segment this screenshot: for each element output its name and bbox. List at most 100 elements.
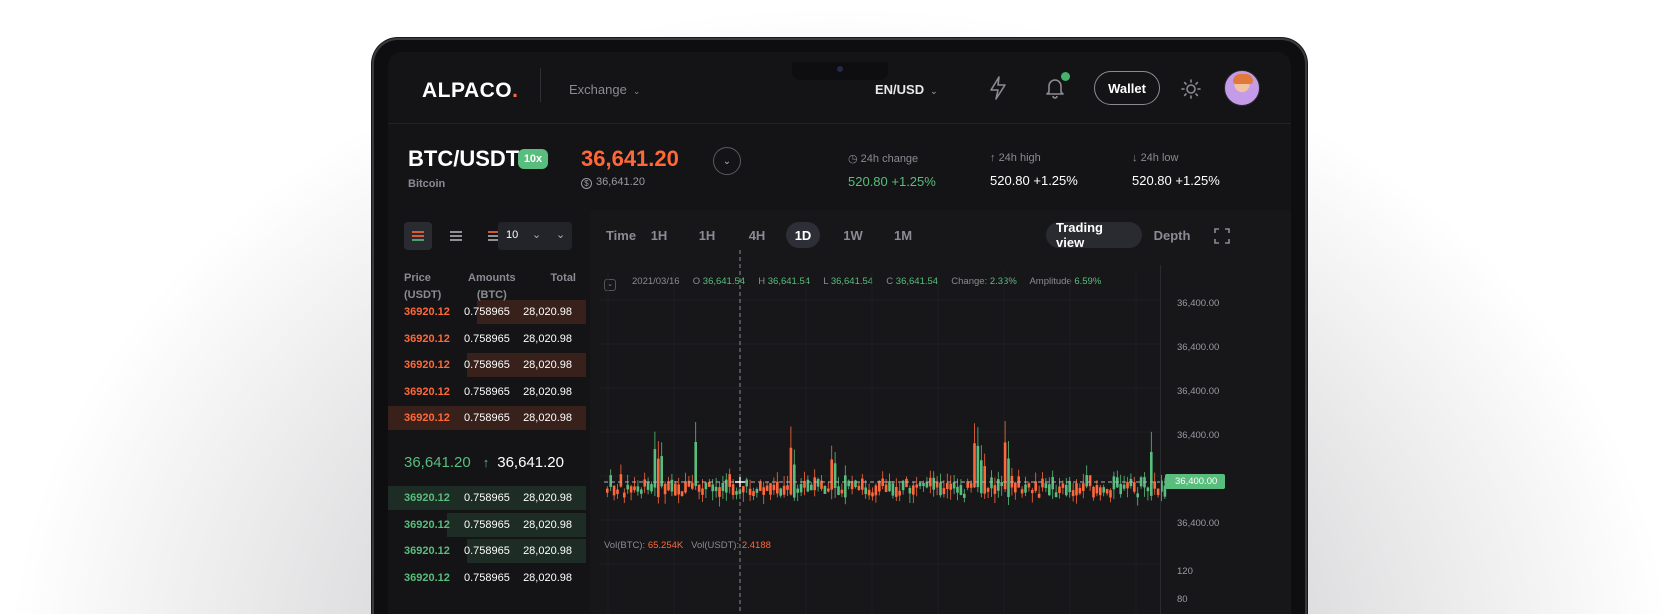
chart-panel: Time 1H 1H 4H 1D 1W 1M Trading view Depth ⌄ 20… xyxy=(590,210,1291,614)
candle xyxy=(949,475,952,500)
ask-total: 28,020.98 xyxy=(523,412,572,424)
candle xyxy=(1099,484,1102,501)
candle xyxy=(861,473,864,495)
logo[interactable]: ALPACO. xyxy=(422,79,518,103)
laptop-frame: ALPACO. Exchange ⌄ EN/USD ⌄ Wallet BTC/USD… xyxy=(372,38,1307,614)
chevron-down-icon: ⌄ xyxy=(532,229,542,241)
arrow-up-icon: ↑ xyxy=(482,455,490,470)
candle xyxy=(1031,487,1034,503)
candle xyxy=(796,484,799,502)
candle xyxy=(759,479,762,492)
candle xyxy=(786,476,789,497)
candle xyxy=(708,478,711,488)
ask-price: 36920.12 xyxy=(404,359,450,371)
list-icon xyxy=(412,231,424,241)
bid-amount: 0.758965 xyxy=(464,492,510,504)
candle xyxy=(1014,481,1017,500)
ask-row[interactable]: 36920.12 0.758965 28,020.98 xyxy=(388,380,588,404)
candle xyxy=(895,478,898,502)
leverage-badge: 10x xyxy=(518,149,548,169)
candle xyxy=(857,482,861,491)
candle xyxy=(619,464,623,488)
chevron-down-icon: ⌄ xyxy=(722,155,732,167)
candle xyxy=(823,485,827,494)
candle xyxy=(640,487,643,499)
candle xyxy=(980,445,983,498)
candle xyxy=(1044,478,1048,493)
bid-total: 28,020.98 xyxy=(523,545,572,557)
bid-total: 28,020.98 xyxy=(523,518,572,531)
view-both-button[interactable] xyxy=(404,222,432,250)
candle xyxy=(1000,475,1003,496)
bid-row[interactable]: 36920.12 0.758965 28,020.98 xyxy=(388,512,588,537)
ask-row[interactable]: 36920.12 0.758965 28,020.98 xyxy=(388,406,588,430)
theme-toggle-icon[interactable] xyxy=(1181,79,1201,99)
exchange-dropdown[interactable]: Exchange ⌄ xyxy=(569,82,640,97)
candle xyxy=(680,490,684,497)
pair-header: BTC/USDT 10x Bitcoin 36,641.20 $36,641.2… xyxy=(388,124,1291,210)
clock-icon: ◷ xyxy=(848,153,858,165)
candle xyxy=(1058,477,1061,499)
lightning-icon[interactable] xyxy=(988,76,1008,100)
bid-row[interactable]: 36920.12 0.758965 28,020.98 xyxy=(388,486,588,510)
candle xyxy=(884,479,888,493)
volume-axis-label: 80 xyxy=(1177,594,1188,605)
candle xyxy=(626,474,629,494)
wallet-button[interactable]: Wallet xyxy=(1094,71,1160,105)
view-bids-button[interactable] xyxy=(442,222,470,250)
expand-pair-button[interactable]: ⌄ xyxy=(713,147,741,175)
pair-symbol: BTC/USDT xyxy=(408,146,520,171)
chevron-down-icon: ⌄ xyxy=(632,86,641,96)
candle xyxy=(1065,477,1068,497)
candle xyxy=(1054,484,1058,498)
candle xyxy=(701,479,704,503)
bid-price: 36920.12 xyxy=(404,492,450,504)
bell-icon[interactable] xyxy=(1045,77,1065,99)
candle xyxy=(663,481,667,504)
candle xyxy=(742,485,745,502)
candle xyxy=(864,480,867,499)
candle xyxy=(963,489,966,503)
currency-dropdown[interactable]: EN/USD ⌄ xyxy=(875,82,938,97)
ask-row[interactable]: 36920.12 0.758965 28,020.98 xyxy=(388,300,588,324)
candle xyxy=(623,488,626,503)
candlestick-chart[interactable] xyxy=(590,210,1290,614)
candle xyxy=(793,449,796,501)
price-axis-label: 36,400.00 xyxy=(1177,430,1220,441)
candle xyxy=(830,445,833,500)
candle xyxy=(718,482,721,507)
candle xyxy=(735,487,738,500)
avatar[interactable] xyxy=(1224,70,1260,106)
candle xyxy=(1139,475,1143,489)
candle xyxy=(942,480,946,498)
bid-row[interactable]: 36920.12 0.758965 28,020.98 xyxy=(388,566,588,590)
amounts-header: Amounts (BTC) xyxy=(468,272,516,301)
candle xyxy=(844,465,847,505)
mid-price: 36,641.20 ↑ 36,641.20 xyxy=(404,454,564,471)
pair-name: Bitcoin xyxy=(408,178,446,190)
candle xyxy=(854,479,857,489)
volume-axis-label: 120 xyxy=(1177,566,1193,577)
bid-row[interactable]: 36920.12 0.758965 28,020.98 xyxy=(388,539,588,563)
ask-total: 28,020.98 xyxy=(523,385,572,398)
candle xyxy=(1071,483,1075,502)
depth-select[interactable]: 10 ⌄ ⌄ xyxy=(498,222,572,250)
candle xyxy=(748,479,752,501)
candle xyxy=(1136,487,1139,506)
candle xyxy=(704,481,708,499)
price-usd: $36,641.20 xyxy=(581,176,645,189)
candle xyxy=(691,474,694,491)
app-screen: ALPACO. Exchange ⌄ EN/USD ⌄ Wallet BTC/USD… xyxy=(388,52,1291,614)
ask-row[interactable]: 36920.12 0.758965 28,020.98 xyxy=(388,327,588,351)
candle xyxy=(939,473,942,498)
candle xyxy=(765,481,769,492)
ask-row[interactable]: 36920.12 0.758965 28,020.98 xyxy=(388,353,588,377)
candle xyxy=(609,469,612,492)
candle xyxy=(1126,476,1129,498)
candle xyxy=(752,487,755,501)
price-axis-label: 36,400.00 xyxy=(1177,342,1220,353)
candle xyxy=(881,471,884,490)
ask-total: 28,020.98 xyxy=(523,306,572,318)
candle xyxy=(932,471,935,497)
candle xyxy=(670,473,674,497)
